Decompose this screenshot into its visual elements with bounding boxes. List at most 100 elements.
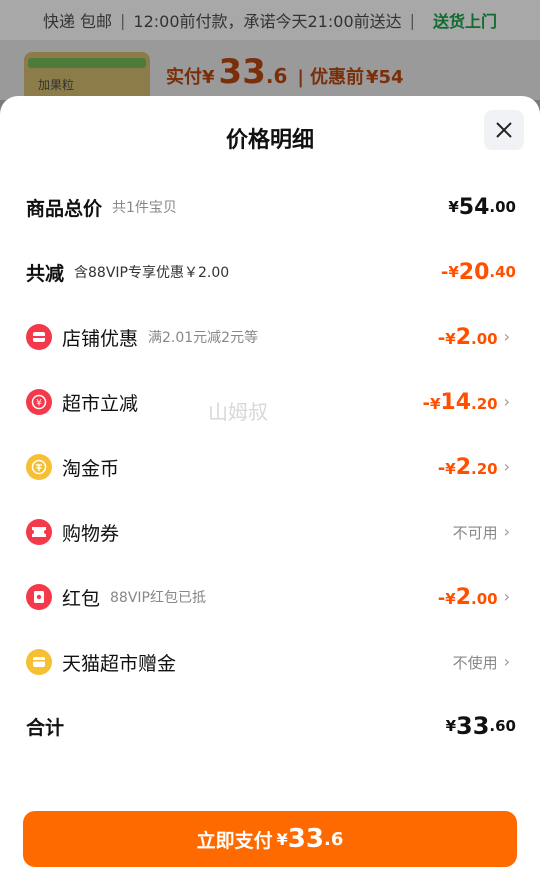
amount-dec: .40 (489, 263, 516, 281)
row-right: - ¥ 2 .00 › (438, 585, 510, 610)
amount-currency: ¥ (445, 329, 456, 348)
close-icon (496, 122, 512, 138)
pay-button-dec: .6 (323, 828, 344, 850)
bonus-money-icon (26, 649, 52, 675)
amount-dec: .00 (489, 198, 516, 216)
pay-button-int: 33 (287, 824, 324, 854)
delivery-type: 快递 包邮 (42, 12, 113, 31)
row-amount: - ¥ 20 .40 (441, 260, 516, 285)
amount-int: 2 (455, 454, 472, 480)
divider: | (297, 67, 304, 88)
bonus-money-row[interactable]: 天猫超市赠金 不使用 › (26, 647, 510, 677)
row-status: 不使用 (452, 653, 498, 672)
amount-dec: .20 (471, 394, 498, 413)
chevron-right-icon: › (503, 457, 510, 476)
divider: | (120, 10, 126, 30)
row-amount: - ¥ 2 .20 (438, 455, 498, 480)
amount-dec: .60 (489, 717, 516, 735)
amount-int: 20 (458, 259, 490, 285)
divider: | (409, 10, 416, 30)
row-label: 购物券 (62, 522, 120, 545)
shop-coupon-icon (26, 324, 52, 350)
gold-coin-row[interactable]: 淘金币 - ¥ 2 .20 › (26, 452, 510, 482)
price-detail-sheet: 价格明细 商品总价 共1件宝贝 ¥ 54 .00 共减 含88VIP专享优惠￥2… (0, 96, 540, 891)
row-right: - ¥ 14 .20 › (422, 390, 510, 415)
amount-int: 54 (458, 194, 490, 220)
row-label: 合计 (26, 716, 65, 739)
amount-int: 33 (456, 712, 490, 740)
chevron-right-icon: › (503, 522, 510, 541)
before-amount: ¥54 (365, 67, 404, 88)
amount-sign: - (437, 587, 446, 609)
close-button[interactable] (484, 110, 524, 150)
pay-now-button[interactable]: 立即支付 ¥ 33 .6 (23, 811, 517, 867)
supermarket-discount-row[interactable]: ¥ 超市立减 - ¥ 14 .20 › (26, 387, 510, 417)
row-amount: ¥ 54 .00 (448, 195, 516, 220)
total-goods-row: 商品总价 共1件宝贝 ¥ 54 .00 (26, 192, 516, 222)
row-label: 天猫超市赠金 (62, 652, 177, 675)
amount-int: 2 (455, 584, 472, 610)
amount-dec: .00 (471, 589, 498, 608)
row-label: 红包 (62, 587, 101, 610)
row-status: 不可用 (452, 523, 498, 542)
paid-dec: .6 (265, 64, 288, 88)
amount-currency: ¥ (445, 589, 456, 608)
row-label: 共减 (26, 262, 65, 285)
amount-currency: ¥ (448, 198, 459, 216)
row-label: 淘金币 (62, 457, 120, 480)
chevron-right-icon: › (503, 327, 510, 346)
thumbnail-text: 加果粒 (38, 78, 75, 92)
amount-dec: .00 (471, 329, 498, 348)
before-label: 优惠前 (309, 67, 364, 88)
amount-int: 2 (455, 324, 472, 350)
amount-sign: - (440, 261, 449, 283)
sheet-title: 价格明细 (225, 128, 314, 153)
amount-dec: .20 (471, 459, 498, 478)
row-amount: ¥ 33 .60 (446, 712, 516, 740)
total-discount-row: 共减 含88VIP专享优惠￥2.00 - ¥ 20 .40 (26, 257, 516, 287)
red-packet-row[interactable]: 红包 88VIP红包已抵 - ¥ 2 .00 › (26, 582, 510, 612)
row-amount: - ¥ 2 .00 (438, 585, 498, 610)
red-packet-icon (26, 584, 52, 610)
pay-button-currency: ¥ (276, 829, 288, 849)
amount-currency: ¥ (445, 717, 457, 735)
delivery-tag: 送货上门 (433, 12, 498, 31)
amount-sign: - (422, 392, 430, 414)
row-sub: 含88VIP专享优惠￥2.00 (74, 265, 230, 281)
pay-button-label: 立即支付 (196, 829, 273, 852)
chevron-right-icon: › (503, 652, 510, 671)
chevron-right-icon: › (503, 392, 510, 411)
amount-int: 14 (440, 389, 472, 415)
watermark: 山姆叔 (208, 400, 268, 424)
svg-text:¥: ¥ (36, 399, 42, 409)
chevron-right-icon: › (503, 587, 510, 606)
delivery-info-bar: 快递 包邮 | 12:00前付款，承诺今天21:00前送达 | 送货上门 (0, 0, 540, 40)
paid-int: 33 (218, 52, 266, 92)
row-amount: - ¥ 14 .20 (422, 390, 497, 415)
amount-currency: ¥ (429, 394, 441, 413)
shop-discount-row[interactable]: 店铺优惠 满2.01元减2元等 - ¥ 2 .00 › (26, 322, 510, 352)
paid-label: 实付 (166, 67, 202, 88)
delivery-promise: 12:00前付款，承诺今天21:00前送达 (133, 12, 402, 31)
shopping-voucher-row[interactable]: 购物券 不可用 › (26, 517, 510, 547)
row-right: 不可用 › (453, 522, 510, 543)
row-right: - ¥ 2 .00 › (438, 325, 510, 350)
amount-sign: - (437, 327, 446, 349)
row-sub: 共1件宝贝 (112, 200, 177, 216)
paid-amount-summary: 实付 ¥ 33 .6 | 优惠前 ¥54 (166, 52, 404, 92)
amount-currency: ¥ (448, 263, 459, 281)
row-amount: - ¥ 2 .00 (438, 325, 498, 350)
gold-coin-icon (26, 454, 52, 480)
amount-sign: - (437, 457, 446, 479)
grand-total-row: 合计 ¥ 33 .60 (26, 711, 516, 741)
shopping-voucher-icon (26, 519, 52, 545)
row-label: 店铺优惠 (62, 327, 139, 350)
row-right: 不使用 › (453, 652, 510, 673)
row-label: 超市立减 (62, 392, 139, 415)
row-sub: 满2.01元减2元等 (148, 330, 259, 346)
supermarket-discount-icon: ¥ (26, 389, 52, 415)
row-label: 商品总价 (26, 197, 103, 220)
amount-currency: ¥ (445, 459, 456, 478)
row-sub: 88VIP红包已抵 (110, 590, 206, 606)
paid-currency: ¥ (202, 67, 215, 88)
